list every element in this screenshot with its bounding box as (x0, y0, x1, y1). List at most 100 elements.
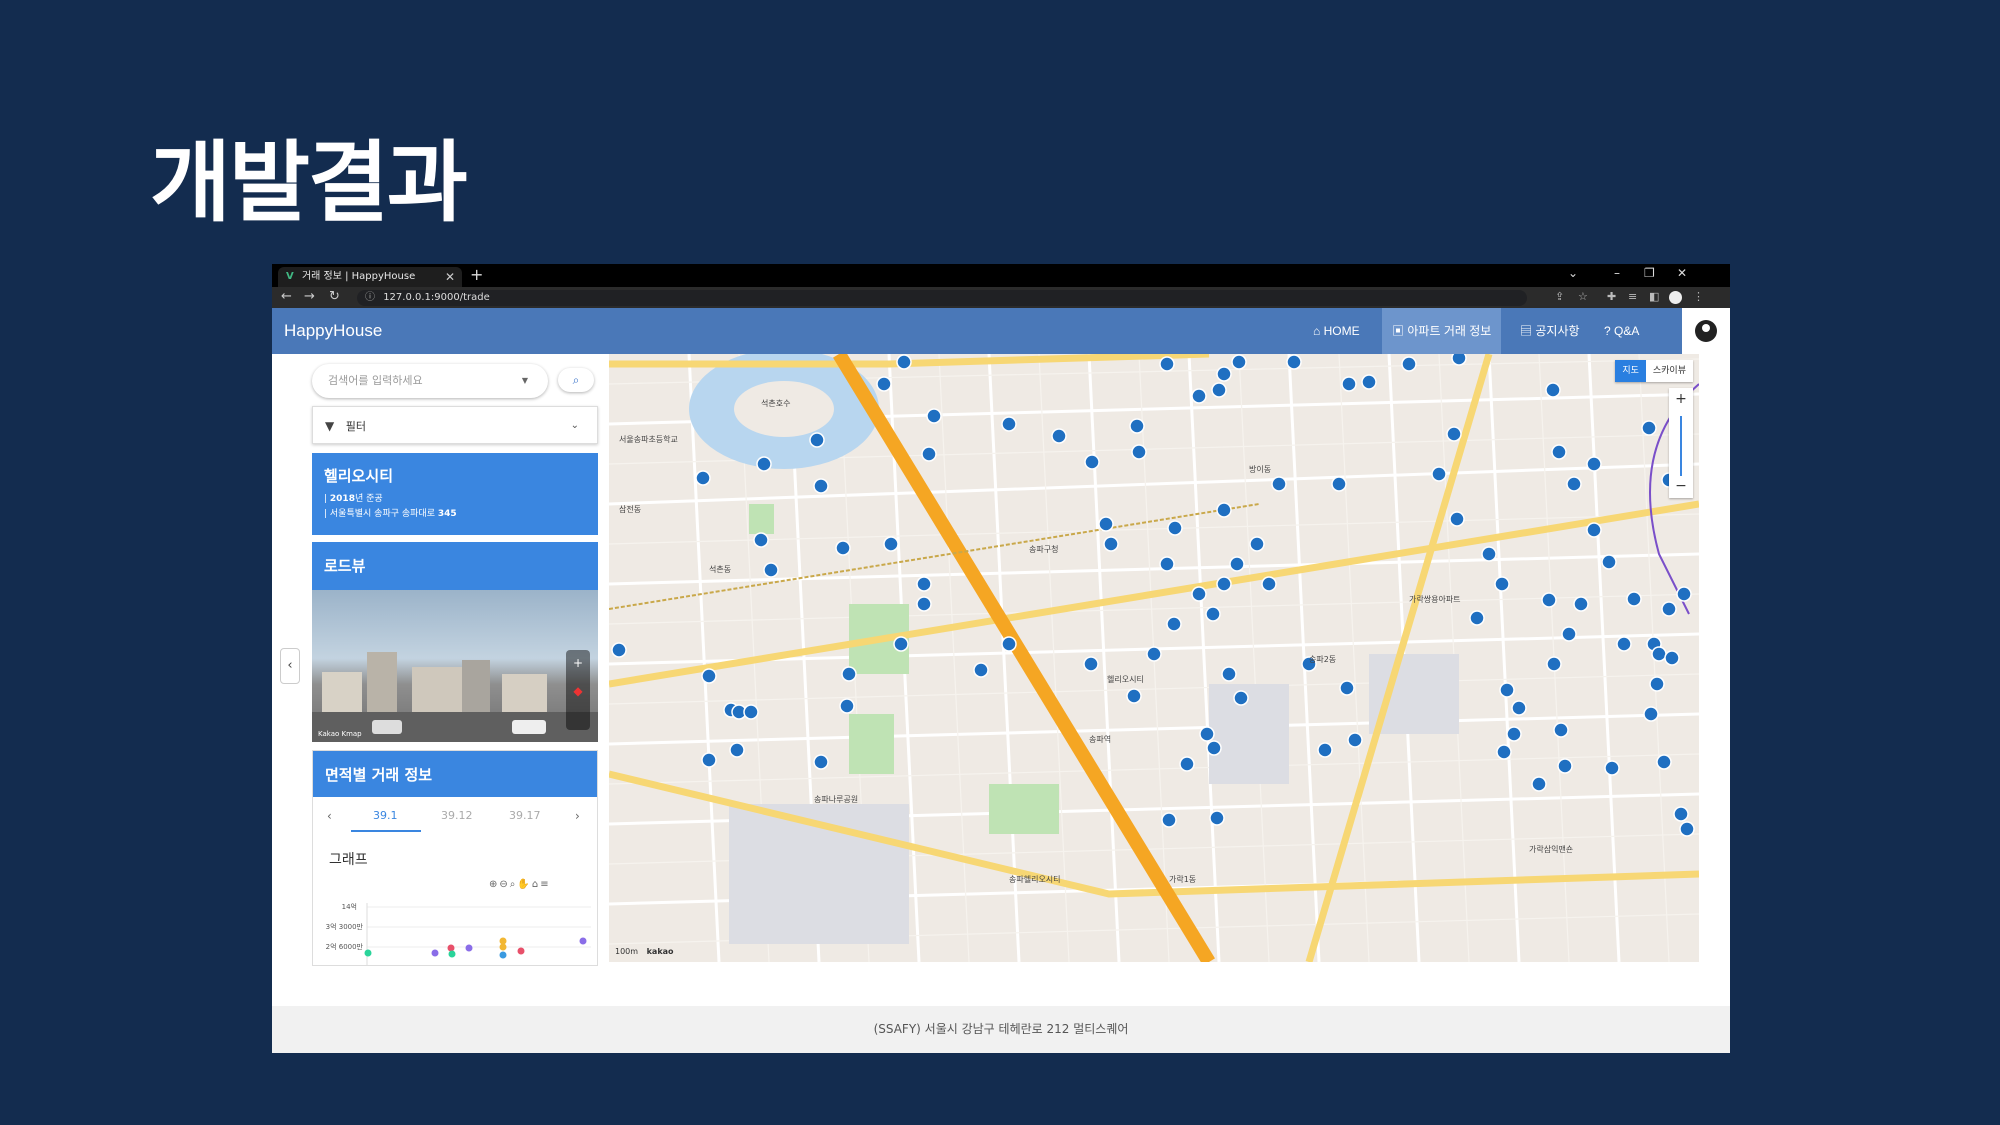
share-icon[interactable]: ⇪ (1555, 290, 1564, 303)
car-shape (512, 720, 546, 734)
collapse-sidebar-button[interactable]: ‹ (280, 648, 300, 684)
data-point (499, 937, 507, 945)
graph-title: 그래프 (329, 852, 368, 868)
tab-prev-icon[interactable]: ‹ (327, 809, 332, 823)
building-shape (367, 652, 397, 712)
map-label: 송파역 (1089, 735, 1112, 744)
apartment-address: | 서울특별시 송파구 송파대로 345 (324, 509, 457, 519)
extensions-icon[interactable]: ✚ (1607, 290, 1616, 303)
home-icon: ⌂ (1313, 324, 1321, 338)
reload-icon[interactable]: ↻ (329, 289, 340, 304)
nav-qna-label: Q&A (1614, 324, 1640, 338)
kakao-logo: kakao (646, 947, 674, 956)
nav-qna[interactable]: ? Q&A (1594, 308, 1649, 354)
restore-icon[interactable]: ❐ (1644, 266, 1655, 280)
address-prefix: 서울특별시 송파구 송파대로 (329, 509, 438, 519)
minimize-icon[interactable]: – (1614, 266, 1620, 280)
scale-label: 100m (615, 947, 639, 956)
map-label: 삼전동 (619, 505, 642, 514)
roadview-credit: Kakao Kmap (318, 730, 362, 738)
nav-home-label: HOME (1323, 324, 1360, 338)
building-icon: ▣ (1392, 324, 1405, 338)
side-panel-icon[interactable]: ◧ (1649, 290, 1659, 303)
map-label: 송파나루공원 (814, 795, 859, 804)
search-icon: ⌕ (572, 373, 580, 387)
tab-search-icon[interactable]: ⌄ (1568, 266, 1578, 280)
building-shape (412, 667, 462, 712)
user-account-button[interactable] (1682, 308, 1730, 354)
park (749, 504, 774, 534)
tab-title: 거래 정보 | HappyHouse (301, 271, 416, 282)
data-point (465, 944, 473, 952)
window-close-icon[interactable]: ✕ (1677, 266, 1687, 280)
y-label-13: 13억 3000만 (325, 922, 364, 931)
back-icon[interactable]: ← (281, 289, 292, 304)
map-label: 석촌호수 (761, 399, 791, 408)
apartment-card[interactable]: 헬리오시티 | 2018년 준공 | 서울특별시 송파구 송파대로 345 (312, 453, 598, 535)
area-tabs: ‹ 39.1 39.12 39.17 › (313, 801, 599, 833)
tab-close-icon[interactable]: ✕ (445, 267, 455, 287)
map-label: 헬리오시티 (1107, 675, 1144, 684)
tab-next-icon[interactable]: › (575, 809, 580, 823)
caret-down-icon[interactable]: ▼ (522, 364, 528, 398)
building-shape (322, 672, 362, 712)
filter-icon: ▼ (325, 419, 335, 433)
reading-list-icon[interactable]: ≡ (1628, 290, 1637, 303)
user-circle-icon (1695, 320, 1717, 342)
vue-logo-icon: V (286, 271, 294, 282)
map-zoom-control: + − (1669, 388, 1693, 498)
campus (1209, 684, 1289, 784)
map-canvas[interactable] (609, 354, 1699, 962)
map-label: 서울송파초등학교 (619, 435, 678, 444)
data-point (517, 947, 525, 955)
map-zoom-out-icon[interactable]: − (1669, 476, 1693, 496)
browser-window: V 거래 정보 | HappyHouse ✕ + ⌄ – ❐ ✕ ← → ↻ ⓘ… (272, 264, 1730, 1053)
data-point (579, 937, 587, 945)
map-type-roadmap-button[interactable]: 지도 (1615, 360, 1646, 382)
apartment-name: 헬리오시티 (324, 467, 394, 485)
area-tab-2[interactable]: 39.12 (441, 809, 473, 822)
building-shape (502, 674, 547, 712)
compass-icon[interactable]: ◆ (566, 684, 590, 698)
brand-logo[interactable]: HappyHouse (284, 321, 382, 341)
map-label: 석촌동 (709, 565, 732, 574)
roadview-zoom-control[interactable]: + ◆ (566, 650, 590, 730)
map-label: 가락쌍용아파트 (1409, 595, 1461, 604)
nav-notice[interactable]: ▤ 공지사항 (1510, 308, 1590, 354)
kakao-map[interactable]: 석촌호수 헬리오시티 송파구청 방이동 송파역 가락1동 송파2동 석촌동 삼전… (609, 354, 1699, 962)
map-type-control: 지도 스카이뷰 (1615, 360, 1693, 382)
nav-home[interactable]: ⌂ HOME (1303, 308, 1370, 354)
new-tab-icon[interactable]: + (470, 265, 483, 284)
data-point (499, 951, 507, 959)
chevron-down-icon: ⌄ (570, 420, 579, 431)
filter-dropdown[interactable]: ▼ 필터 ⌄ (312, 406, 598, 444)
search-input[interactable]: 검색어를 입력하세요 ▼ (312, 364, 548, 398)
url-input[interactable]: ⓘ 127.0.0.1:9000/trade (357, 290, 1527, 306)
nav-apt-trade[interactable]: ▣ 아파트 거래 정보 (1382, 308, 1502, 354)
menu-kebab-icon[interactable]: ⋮ (1693, 290, 1704, 303)
park (849, 714, 894, 774)
map-zoom-in-icon[interactable]: + (1669, 388, 1693, 410)
built-year: 2018 (329, 494, 355, 504)
map-type-skyview-button[interactable]: 스카이뷰 (1645, 360, 1693, 382)
area-tab-1[interactable]: 39.1 (373, 809, 398, 822)
map-zoom-slider[interactable] (1680, 416, 1682, 476)
browser-tab[interactable]: V 거래 정보 | HappyHouse ✕ (278, 267, 462, 287)
forward-icon[interactable]: → (304, 289, 315, 304)
roadview-image[interactable]: + ◆ Kakao Kmap (312, 590, 598, 742)
browser-tabstrip: V 거래 정보 | HappyHouse ✕ + ⌄ – ❐ ✕ (272, 264, 1730, 287)
nav-notice-label: 공지사항 (1535, 324, 1580, 338)
area-tab-3[interactable]: 39.17 (509, 809, 541, 822)
data-point (499, 943, 507, 951)
y-label-12: 12억 6000만 (325, 942, 364, 951)
address-bar: ← → ↻ ⓘ 127.0.0.1:9000/trade ⇪ ☆ ✚ ≡ ◧ ⋮ (272, 287, 1730, 308)
nav-apt-trade-label: 아파트 거래 정보 (1407, 324, 1492, 338)
site-info-icon[interactable]: ⓘ (365, 292, 375, 303)
bookmark-star-icon[interactable]: ☆ (1578, 290, 1588, 303)
zoom-in-icon[interactable]: + (566, 656, 590, 670)
app-navbar: HappyHouse ⌂ HOME ▣ 아파트 거래 정보 ▤ 공지사항 ? Q… (272, 308, 1730, 354)
profile-avatar[interactable] (1669, 291, 1682, 304)
lake-island (734, 381, 834, 437)
map-scale: 100m kakao (615, 947, 674, 956)
search-button[interactable]: ⌕ (558, 368, 594, 392)
